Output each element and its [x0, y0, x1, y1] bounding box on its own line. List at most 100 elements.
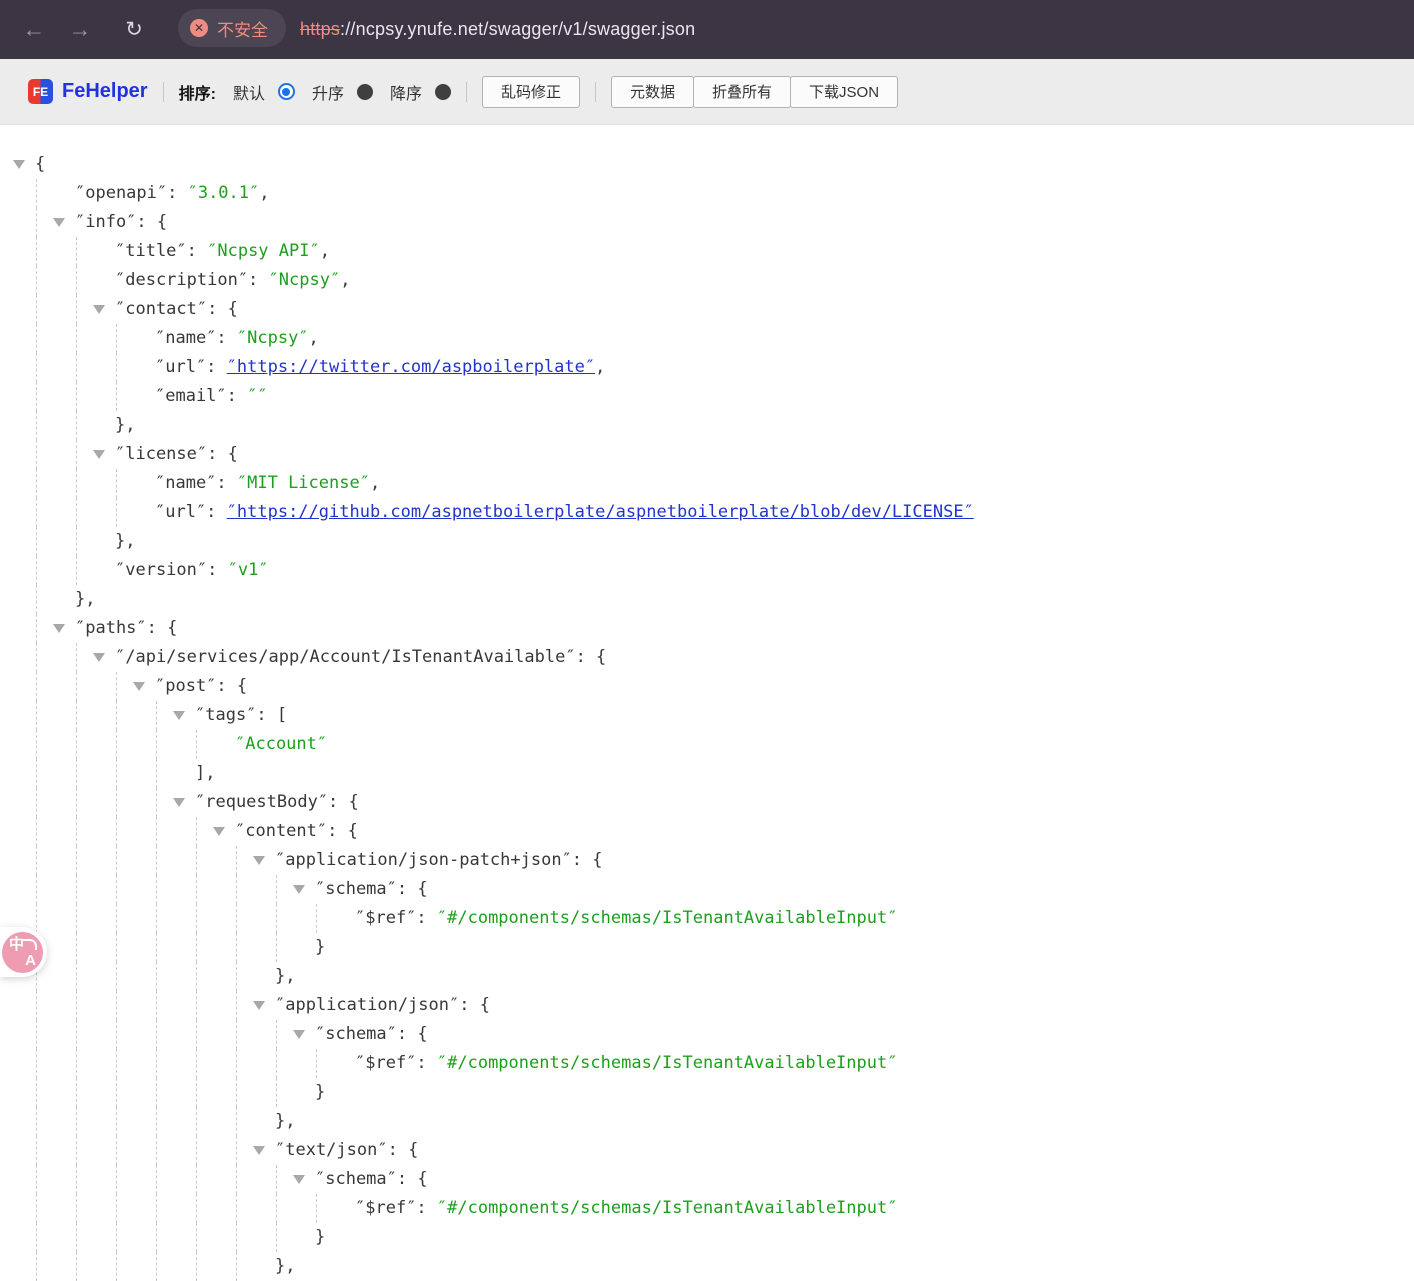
json-line: ″openapi″: ″3.0.1″,: [0, 179, 1414, 208]
indent-guide: [156, 1252, 157, 1281]
json-punct: },: [75, 589, 95, 609]
toolbar-button[interactable]: 折叠所有: [693, 76, 791, 108]
indent-guide: [156, 875, 157, 904]
indent-guide: [236, 933, 237, 962]
indent-guide: [116, 875, 117, 904]
collapse-toggle-icon[interactable]: [173, 711, 185, 720]
collapse-toggle-icon[interactable]: [253, 1146, 265, 1155]
radio-unselected-icon[interactable]: [357, 84, 373, 100]
json-line-text: ″name″: ″MIT License″,: [0, 469, 380, 498]
indent-guide: [156, 788, 157, 817]
json-line: ″$ref″: ″#/components/schemas/IsTenantAv…: [0, 1194, 1414, 1223]
collapse-toggle-icon[interactable]: [173, 798, 185, 807]
json-key: ″email″:: [155, 386, 247, 406]
indent-guide: [76, 498, 77, 527]
fehelper-logo-icon: FE: [28, 79, 53, 104]
json-value: ″#/components/schemas/IsTenantAvailableI…: [437, 1053, 898, 1073]
collapse-toggle-icon[interactable]: [93, 305, 105, 314]
radio-selected-icon[interactable]: [278, 83, 295, 100]
json-punct: }: [315, 1227, 325, 1247]
collapse-toggle-icon[interactable]: [13, 160, 25, 169]
indent-guide: [236, 846, 237, 875]
json-punct: ],: [195, 763, 215, 783]
reload-icon[interactable]: ↻: [117, 0, 151, 59]
toolbar-button[interactable]: 元数据: [611, 76, 694, 108]
indent-guide: [276, 1194, 277, 1223]
indent-guide: [156, 1194, 157, 1223]
collapse-toggle-icon[interactable]: [93, 450, 105, 459]
indent-guide: [76, 701, 77, 730]
indent-guide: [276, 1223, 277, 1252]
indent-guide: [76, 962, 77, 991]
indent-guide: [76, 933, 77, 962]
indent-guide: [276, 1020, 277, 1049]
json-line-text: ″application/json″: {: [0, 991, 490, 1020]
json-key: ″info″:: [75, 212, 157, 232]
collapse-toggle-icon[interactable]: [133, 682, 145, 691]
indent-guide: [76, 1165, 77, 1194]
indent-guide: [196, 730, 197, 759]
json-link[interactable]: ″https://github.com/aspnetboilerplate/as…: [227, 502, 974, 522]
indent-guide: [236, 875, 237, 904]
json-line-text: ″name″: ″Ncpsy″,: [0, 324, 319, 353]
indent-guide: [276, 875, 277, 904]
json-value: ″Ncpsy API″: [207, 241, 320, 261]
address-bar[interactable]: https://ncpsy.ynufe.net/swagger/v1/swagg…: [300, 0, 695, 59]
indent-guide: [236, 1049, 237, 1078]
json-punct: {: [228, 444, 238, 464]
json-punct: {: [349, 792, 359, 812]
indent-guide: [316, 904, 317, 933]
json-line-text: },: [0, 411, 135, 440]
indent-guide: [116, 469, 117, 498]
sort-option[interactable]: 默认: [233, 80, 295, 104]
collapse-toggle-icon[interactable]: [213, 827, 225, 836]
indent-guide: [36, 991, 37, 1020]
json-line: },: [0, 585, 1414, 614]
indent-guide: [116, 1107, 117, 1136]
indent-guide: [116, 1020, 117, 1049]
indent-guide: [236, 962, 237, 991]
indent-guide: [76, 788, 77, 817]
indent-guide: [76, 266, 77, 295]
json-line: ″requestBody″: {: [0, 788, 1414, 817]
toolbar-button[interactable]: 下载JSON: [790, 76, 898, 108]
collapse-toggle-icon[interactable]: [53, 218, 65, 227]
indent-guide: [156, 904, 157, 933]
divider: [466, 82, 467, 102]
browser-top-bar: ← → ↻ ✕ 不安全 https://ncpsy.ynufe.net/swag…: [0, 0, 1414, 59]
collapse-toggle-icon[interactable]: [293, 1175, 305, 1184]
collapse-toggle-icon[interactable]: [93, 653, 105, 662]
json-line: ″post″: {: [0, 672, 1414, 701]
sort-option[interactable]: 降序: [390, 80, 451, 104]
collapse-toggle-icon[interactable]: [253, 856, 265, 865]
json-line: {: [0, 150, 1414, 179]
json-line-text: ″description″: ″Ncpsy″,: [0, 266, 350, 295]
collapse-toggle-icon[interactable]: [293, 1030, 305, 1039]
garbled-fix-button[interactable]: 乱码修正: [482, 76, 580, 108]
indent-guide: [236, 1223, 237, 1252]
forward-icon[interactable]: →: [63, 0, 97, 59]
back-icon[interactable]: ←: [17, 0, 51, 59]
indent-guide: [76, 440, 77, 469]
json-line-text: ″schema″: {: [0, 1165, 428, 1194]
sort-option[interactable]: 升序: [312, 80, 373, 104]
indent-guide: [36, 295, 37, 324]
indent-guide: [76, 1107, 77, 1136]
translate-glyph-zh: 中: [9, 936, 24, 954]
sort-options: 默认升序降序: [216, 80, 451, 104]
json-punct: {: [228, 299, 238, 319]
indent-guide: [196, 1136, 197, 1165]
collapse-toggle-icon[interactable]: [53, 624, 65, 633]
json-value: ″#/components/schemas/IsTenantAvailableI…: [437, 908, 898, 928]
collapse-toggle-icon[interactable]: [253, 1001, 265, 1010]
radio-unselected-icon[interactable]: [435, 84, 451, 100]
json-line: },: [0, 411, 1414, 440]
indent-guide: [196, 1194, 197, 1223]
indent-guide: [196, 1165, 197, 1194]
security-badge[interactable]: ✕ 不安全: [178, 9, 286, 47]
collapse-toggle-icon[interactable]: [293, 885, 305, 894]
json-value: ″″: [247, 386, 267, 406]
json-key: ″license″:: [115, 444, 228, 464]
json-link[interactable]: ″https://twitter.com/aspboilerplate″: [227, 357, 595, 377]
json-line: },: [0, 962, 1414, 991]
